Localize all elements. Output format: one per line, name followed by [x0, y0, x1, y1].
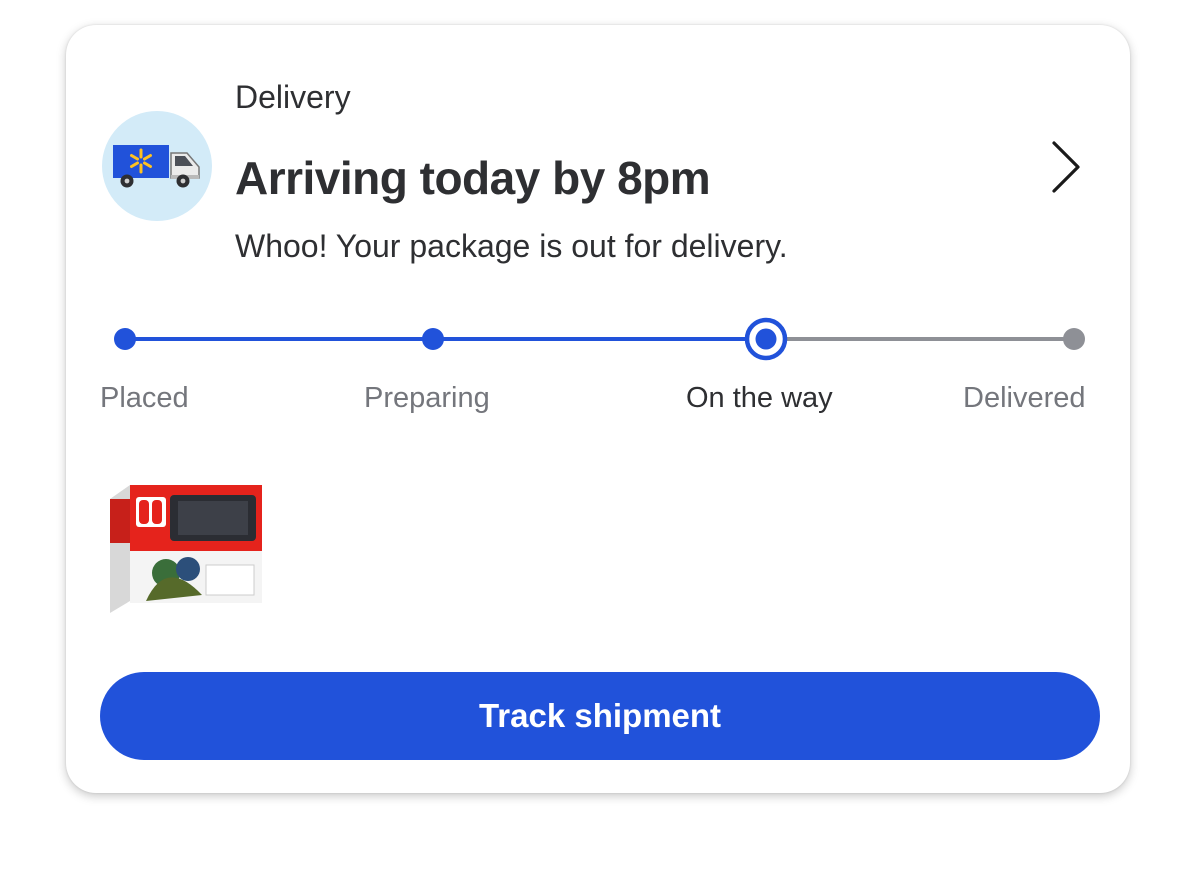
delivery-truck-icon	[113, 145, 200, 188]
step-label-delivered: Delivered	[963, 382, 1086, 414]
chevron-right-icon[interactable]	[1046, 137, 1090, 197]
track-shipment-button[interactable]: Track shipment	[100, 672, 1100, 760]
step-dot-current-on-the-way	[755, 328, 777, 350]
product-thumbnail[interactable]	[106, 473, 266, 618]
delivery-card: Delivery Arriving today by 8pm Whoo! You…	[66, 25, 1130, 793]
step-label-preparing: Preparing	[364, 382, 490, 414]
delivery-status-message: Whoo! Your package is out for delivery.	[235, 228, 788, 264]
step-label-on-the-way: On the way	[686, 382, 833, 414]
step-label-placed: Placed	[100, 382, 189, 414]
nintendo-switch-box-image	[110, 485, 262, 613]
delivery-eta-headline: Arriving today by 8pm	[235, 152, 711, 204]
truck-icon-badge	[102, 111, 212, 221]
delivery-eyebrow: Delivery	[235, 79, 351, 115]
step-dot-placed	[114, 328, 136, 350]
step-dot-preparing	[422, 328, 444, 350]
step-dot-current-ring-on-the-way	[744, 317, 788, 361]
step-dot-delivered	[1063, 328, 1085, 350]
